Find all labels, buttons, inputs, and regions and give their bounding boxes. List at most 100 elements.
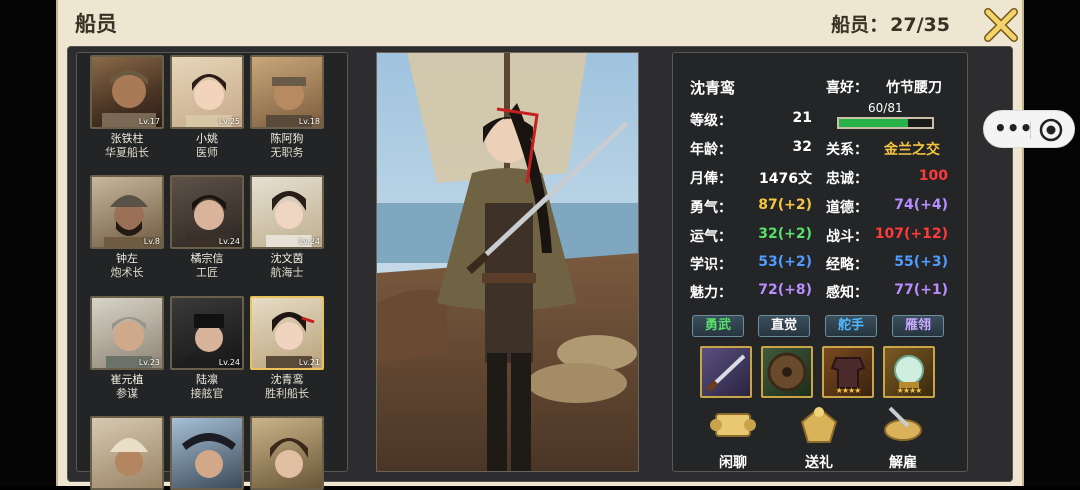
charm-value: 72(+8) bbox=[758, 282, 812, 298]
strategy-label: 经略： bbox=[826, 257, 868, 273]
morality-value: 74(+4) bbox=[894, 197, 948, 213]
level-badge: Lv.23 bbox=[138, 358, 160, 367]
avatar bbox=[170, 416, 244, 490]
exp-bar bbox=[837, 117, 934, 129]
crew-name: 陆凛 bbox=[196, 373, 218, 386]
avatar bbox=[90, 416, 164, 490]
level-badge: Lv.24 bbox=[218, 237, 240, 246]
crew-card[interactable] bbox=[90, 416, 164, 490]
crew-role: 医师 bbox=[196, 146, 218, 159]
crew-count: 船员： 27/35 bbox=[831, 10, 950, 37]
crew-card-selected[interactable]: Lv.21 沈青鸾 胜利船长 bbox=[250, 296, 324, 401]
combat-label: 战斗： bbox=[826, 229, 868, 245]
crew-role: 参谋 bbox=[116, 387, 138, 400]
knowledge-label: 学识： bbox=[690, 257, 732, 273]
level-badge: Lv.17 bbox=[138, 117, 160, 126]
crew-name: 沈青鸾 bbox=[270, 373, 304, 386]
equip-slot-armor[interactable]: ★★★★ bbox=[822, 346, 874, 398]
sword-icon bbox=[705, 354, 746, 393]
crew-card[interactable]: Lv.25 小姚 医师 bbox=[170, 55, 244, 160]
capsule-menu: ••• bbox=[983, 110, 1075, 148]
equip-slot-accessory[interactable]: ★★★★ bbox=[883, 346, 935, 398]
character-name: 沈青鸾 bbox=[690, 79, 736, 97]
crew-count-label: 船员： bbox=[831, 14, 889, 36]
courage-value: 87(+2) bbox=[758, 197, 812, 213]
crew-card[interactable]: Lv.24 橘宗信 工匠 bbox=[170, 175, 244, 280]
crew-role: 华夏船长 bbox=[105, 146, 149, 159]
loyalty-label: 忠诚： bbox=[826, 171, 868, 187]
level-badge: Lv.24 bbox=[218, 358, 240, 367]
exit-button[interactable] bbox=[1038, 117, 1064, 143]
luck-value: 32(+2) bbox=[758, 226, 812, 242]
crew-role: 工匠 bbox=[196, 266, 218, 279]
level-badge: Lv.18 bbox=[298, 117, 320, 126]
crew-role: 航海士 bbox=[270, 266, 304, 279]
crew-card[interactable]: Lv.8 钟左 炮术长 bbox=[90, 175, 164, 280]
gift-icon bbox=[800, 406, 838, 443]
courage-label: 勇气： bbox=[690, 200, 732, 216]
crew-card[interactable]: Lv.24 沈文茵 航海士 bbox=[250, 175, 324, 280]
crew-card[interactable] bbox=[170, 416, 244, 490]
close-icon bbox=[984, 8, 1018, 42]
skill-tag-2[interactable]: 舵手 bbox=[825, 315, 877, 337]
hobby-value: 竹节腰刀 bbox=[886, 80, 942, 96]
skill-tag-3[interactable]: 雁翎 bbox=[892, 315, 944, 337]
level-label: 等级： bbox=[690, 113, 732, 129]
avatar: Lv.24 bbox=[170, 175, 244, 249]
crew-card[interactable]: Lv.24 陆凛 接舷官 bbox=[170, 296, 244, 401]
avatar: Lv.24 bbox=[250, 175, 324, 249]
scroll-icon bbox=[710, 413, 756, 437]
crew-role: 无职务 bbox=[270, 146, 304, 159]
salary-value: 1476文 bbox=[759, 171, 812, 187]
chat-label: 闲聊 bbox=[719, 455, 747, 471]
relation-label: 关系： bbox=[826, 142, 868, 158]
crew-role: 炮术长 bbox=[110, 266, 144, 279]
dismiss-button[interactable]: 解雇 bbox=[873, 402, 933, 471]
age-label: 年龄： bbox=[690, 142, 732, 158]
relation-value: 金兰之交 bbox=[884, 142, 940, 158]
morality-label: 道德： bbox=[826, 200, 868, 216]
rarity-stars: ★★★★ bbox=[896, 386, 923, 395]
charm-label: 魅力： bbox=[690, 285, 732, 301]
salary-label: 月俸： bbox=[690, 171, 732, 187]
more-options-button[interactable]: ••• bbox=[994, 111, 1033, 149]
rarity-stars: ★★★★ bbox=[835, 386, 862, 395]
skill-tag-1[interactable]: 直觉 bbox=[758, 315, 810, 337]
crew-name: 崔元植 bbox=[110, 373, 144, 386]
crew-name: 张铁柱 bbox=[110, 132, 144, 145]
close-button[interactable] bbox=[982, 6, 1020, 44]
record-circle-icon bbox=[1039, 118, 1063, 142]
equip-slot-weapon[interactable] bbox=[700, 346, 752, 398]
avatar: Lv.24 bbox=[170, 296, 244, 370]
dismiss-label: 解雇 bbox=[889, 455, 917, 471]
exp-fill bbox=[839, 119, 908, 127]
level-badge: Lv.24 bbox=[298, 237, 320, 246]
crew-card[interactable] bbox=[250, 416, 324, 490]
avatar bbox=[250, 416, 324, 490]
dismiss-icon bbox=[884, 406, 922, 441]
level-badge: Lv.21 bbox=[298, 358, 320, 367]
crew-name: 橘宗信 bbox=[190, 252, 224, 265]
gift-label: 送礼 bbox=[805, 455, 833, 471]
capsule-divider bbox=[1030, 121, 1031, 139]
shield-icon bbox=[767, 352, 807, 392]
crew-name: 陈阿狗 bbox=[270, 132, 304, 145]
age-value: 32 bbox=[792, 139, 812, 155]
equip-slot-shield[interactable] bbox=[761, 346, 813, 398]
crew-count-value: 27/35 bbox=[890, 14, 950, 36]
perception-value: 77(+1) bbox=[894, 282, 948, 298]
crew-card[interactable]: Lv.18 陈阿狗 无职务 bbox=[250, 55, 324, 160]
gift-button[interactable]: 送礼 bbox=[789, 402, 849, 471]
more-dots-icon: ••• bbox=[994, 116, 1033, 140]
strategy-value: 55(+3) bbox=[894, 254, 948, 270]
crew-name: 小姚 bbox=[196, 132, 218, 145]
luck-label: 运气： bbox=[690, 229, 732, 245]
crew-card[interactable]: Lv.23 崔元植 参谋 bbox=[90, 296, 164, 401]
perception-label: 感知： bbox=[826, 285, 868, 301]
crew-card[interactable]: Lv.17 张铁柱 华夏船长 bbox=[90, 55, 164, 160]
avatar: Lv.8 bbox=[90, 175, 164, 249]
avatar: Lv.25 bbox=[170, 55, 244, 129]
chat-button[interactable]: 闲聊 bbox=[703, 402, 763, 471]
hobby-label: 喜好： bbox=[826, 80, 868, 96]
skill-tag-0[interactable]: 勇武 bbox=[692, 315, 744, 337]
